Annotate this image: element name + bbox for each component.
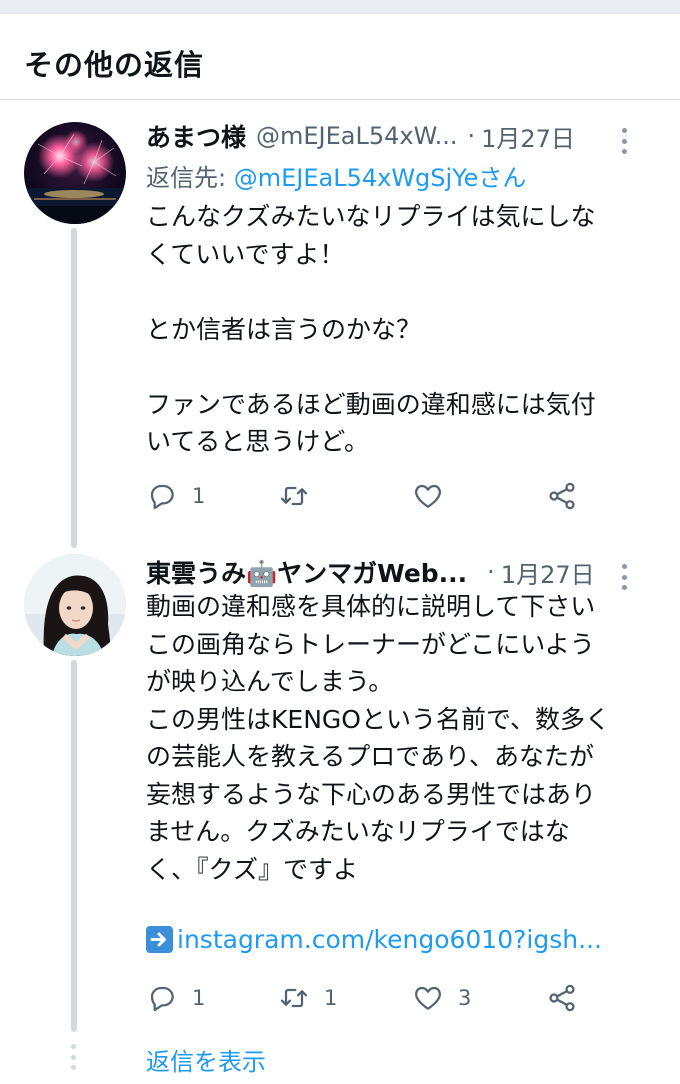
reply-to-mention[interactable]: @mEJEaL54xWgSjYeさん	[234, 164, 527, 192]
tweet-date[interactable]: 1月27日	[501, 555, 595, 590]
tweet-header: あまつ様 @mEJEaL54xW... · 1月27日	[146, 118, 656, 154]
reply-icon	[150, 986, 174, 1012]
more-options-icon[interactable]	[614, 564, 634, 590]
section-header: その他の返信	[0, 14, 680, 100]
tweet-actions: 1 1 3	[146, 978, 606, 1018]
separator-dot: ·	[487, 558, 495, 586]
show-replies-link[interactable]: 返信を表示	[146, 1042, 266, 1077]
like-button[interactable]	[412, 476, 458, 516]
tweet-actions: 1	[146, 476, 606, 516]
heart-icon	[415, 986, 441, 1010]
fireworks-avatar[interactable]	[24, 122, 126, 224]
retweet-icon	[280, 486, 308, 506]
retweet-count: 1	[324, 986, 338, 1010]
portrait-image	[24, 554, 126, 656]
thread-line	[71, 228, 77, 548]
share-icon	[549, 482, 575, 510]
reply-button[interactable]: 1	[146, 476, 205, 516]
reply-to: 返信先: @mEJEaL54xWgSjYeさん	[146, 158, 526, 193]
handle[interactable]: @mEJEaL54xW...	[256, 122, 457, 150]
display-name[interactable]: あまつ様	[146, 118, 246, 154]
top-strip	[0, 0, 680, 14]
portrait-avatar[interactable]	[24, 554, 126, 656]
reply-count: 1	[192, 484, 206, 508]
more-replies-row: 返信を表示	[0, 1030, 680, 1084]
reply-icon	[150, 484, 174, 510]
reply-button[interactable]: 1	[146, 978, 205, 1018]
reply-to-label: 返信先:	[146, 164, 234, 192]
display-name[interactable]: 東雲うみ🤖ヤンマガWeb...	[146, 554, 467, 590]
thread-line	[71, 660, 77, 1032]
tweet-link[interactable]: instagram.com/kengo6010?igsh...	[146, 925, 602, 954]
retweet-button[interactable]: 1	[278, 978, 337, 1018]
tweet-text: こんなクズみたいなリプライは気にしな くていいですよ！ とか信者は言うのかな？ …	[146, 202, 596, 456]
tweet-header: 東雲うみ🤖ヤンマガWeb... · 1月27日	[146, 554, 656, 590]
more-options-icon[interactable]	[614, 128, 634, 154]
retweet-button[interactable]	[278, 476, 324, 516]
fireworks-image	[24, 122, 126, 224]
tweet-date[interactable]: 1月27日	[481, 119, 575, 154]
like-count: 3	[458, 986, 472, 1010]
share-icon	[549, 984, 575, 1012]
section-title: その他の返信	[24, 48, 205, 82]
like-button[interactable]: 3	[412, 978, 471, 1018]
thread-continuation-dots	[70, 1044, 76, 1070]
separator-dot: ·	[467, 122, 476, 150]
link-text[interactable]: instagram.com/kengo6010?igsh...	[177, 925, 602, 954]
tweet[interactable]: 東雲うみ🤖ヤンマガWeb... · 1月27日 動画の違和感を具体的に説明して下…	[0, 540, 680, 1032]
reply-count: 1	[192, 986, 206, 1010]
tweet[interactable]: あまつ様 @mEJEaL54xW... · 1月27日 返信先: @mEJEaL…	[0, 100, 680, 548]
right-arrow-emoji-icon	[146, 926, 173, 953]
tweet-text: 動画の違和感を具体的に説明して下さい この画角ならトレーナーがどこにいよう が映…	[146, 592, 610, 884]
share-button[interactable]	[546, 978, 578, 1018]
retweet-icon	[280, 988, 308, 1008]
heart-icon	[415, 484, 441, 508]
share-button[interactable]	[546, 476, 578, 516]
